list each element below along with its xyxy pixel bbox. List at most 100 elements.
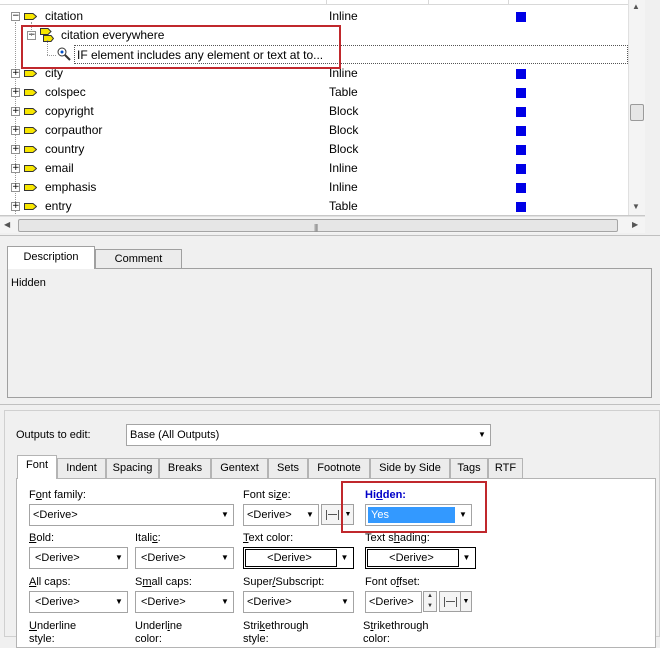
tab-comment[interactable]: Comment <box>95 249 182 268</box>
expand-toggle[interactable]: + <box>11 164 20 173</box>
measure-icon <box>444 597 457 607</box>
font-offset-spinner[interactable]: ▲ ▼ <box>423 591 437 612</box>
scroll-thumb[interactable]: ||| <box>18 219 618 232</box>
small-caps-select[interactable]: <Derive> ▼ <box>135 591 234 613</box>
scroll-up-icon[interactable]: ▲ <box>632 2 640 11</box>
column-divider[interactable] <box>508 0 509 5</box>
outputs-select[interactable]: Base (All Outputs) ▼ <box>126 424 491 446</box>
tree-item-label: IF element includes any element or text … <box>77 48 324 62</box>
expand-toggle[interactable]: + <box>11 126 20 135</box>
tree-guide-line <box>47 55 56 56</box>
units-dropdown[interactable]: ▼ <box>460 591 472 612</box>
tab-breaks[interactable]: Breaks <box>159 458 211 478</box>
hidden-label: Hidden: <box>365 489 406 501</box>
tab-sets[interactable]: Sets <box>268 458 308 478</box>
tree-item-type: Table <box>329 199 358 213</box>
tab-tags[interactable]: Tags <box>450 458 488 478</box>
font-family-select[interactable]: <Derive> ▼ <box>29 504 234 526</box>
element-tag-icon <box>24 13 37 20</box>
spin-down-icon[interactable]: ▼ <box>427 603 433 609</box>
tree-row-condition[interactable]: IF element includes any element or text … <box>0 45 628 64</box>
scroll-right-icon[interactable]: ▶ <box>632 220 638 229</box>
expand-toggle[interactable]: + <box>11 202 20 211</box>
text-color-label: Text color: <box>243 532 294 544</box>
italic-label: Italic: <box>135 532 161 544</box>
column-divider[interactable] <box>428 0 429 5</box>
expand-toggle[interactable]: + <box>11 88 20 97</box>
all-caps-select[interactable]: <Derive> ▼ <box>29 591 128 613</box>
tree-row-corpauthor[interactable]: + corpauthor Block <box>0 121 628 140</box>
element-tag-icon <box>24 127 37 134</box>
column-divider[interactable] <box>326 0 327 5</box>
select-value: <Derive> <box>35 552 80 564</box>
units-dropdown[interactable]: ▼ <box>342 504 354 525</box>
expand-toggle[interactable]: + <box>11 183 20 192</box>
chevron-down-icon: ▼ <box>341 597 349 606</box>
description-text: Hidden <box>11 277 46 289</box>
status-square-icon <box>516 88 526 98</box>
font-offset-label: Font offset: <box>365 576 420 588</box>
text-shading-label: Text shading: <box>365 532 430 544</box>
tree-row-country[interactable]: + country Block <box>0 140 628 159</box>
collapse-toggle[interactable]: − <box>11 12 20 21</box>
element-tag-icon <box>24 108 37 115</box>
tab-footnote[interactable]: Footnote <box>308 458 370 478</box>
font-offset-input[interactable]: <Derive> <box>365 591 422 613</box>
chevron-down-icon: ▼ <box>336 549 352 567</box>
tree-horizontal-scrollbar[interactable]: ◀ ||| ▶ <box>0 216 645 233</box>
tab-font[interactable]: Font <box>17 455 57 479</box>
expand-toggle[interactable]: + <box>11 145 20 154</box>
element-tag-icon <box>24 70 37 77</box>
tree-item-label: citation <box>45 9 84 23</box>
expand-toggle[interactable]: + <box>11 107 20 116</box>
element-tree[interactable]: − citation Inline − citation everywhere … <box>0 0 645 216</box>
tree-row-city[interactable]: + city Inline <box>0 64 628 83</box>
tab-side-by-side[interactable]: Side by Side <box>370 458 450 478</box>
select-value: Yes <box>371 509 389 521</box>
text-color-select[interactable]: <Derive> ▼ <box>243 547 354 569</box>
tree-row-colspec[interactable]: + colspec Table <box>0 83 628 102</box>
input-value: <Derive> <box>369 596 414 608</box>
description-pane[interactable]: Hidden <box>7 268 652 398</box>
units-button[interactable] <box>439 591 461 612</box>
tab-description[interactable]: Description <box>7 246 95 269</box>
font-size-label: Font size: <box>243 489 291 501</box>
tab-indent[interactable]: Indent <box>57 458 106 478</box>
tree-item-type: Block <box>329 142 359 156</box>
tab-spacing[interactable]: Spacing <box>106 458 159 478</box>
tab-rtf[interactable]: RTF <box>488 458 523 478</box>
select-value: <Derive> <box>141 552 186 564</box>
chevron-down-icon: ▼ <box>478 430 486 439</box>
select-value: <Derive> <box>33 509 78 521</box>
bold-select[interactable]: <Derive> ▼ <box>29 547 128 569</box>
tree-row-entry[interactable]: + entry Table <box>0 197 628 215</box>
scroll-down-icon[interactable]: ▼ <box>632 202 640 211</box>
tree-guide-line <box>31 22 32 36</box>
spin-up-icon[interactable]: ▲ <box>427 593 433 599</box>
element-tag-icon <box>24 203 37 210</box>
tree-row-email[interactable]: + email Inline <box>0 159 628 178</box>
properties-panel: Outputs to edit: Base (All Outputs) ▼ Fo… <box>4 410 660 648</box>
font-family-label: Font family: <box>29 489 86 501</box>
hidden-select[interactable]: Yes ▼ <box>365 504 472 526</box>
tree-row-citation-everywhere[interactable]: − citation everywhere <box>0 26 628 45</box>
tree-row-emphasis[interactable]: + emphasis Inline <box>0 178 628 197</box>
tab-gentext[interactable]: Gentext <box>211 458 268 478</box>
super-subscript-select[interactable]: <Derive> ▼ <box>243 591 354 613</box>
condition-selected-row[interactable]: IF element includes any element or text … <box>74 45 628 64</box>
splitter[interactable] <box>0 235 660 242</box>
scroll-thumb[interactable] <box>630 104 644 121</box>
element-tag-icon <box>24 89 37 96</box>
scroll-left-icon[interactable]: ◀ <box>4 220 10 229</box>
status-square-icon <box>516 69 526 79</box>
tree-row-citation[interactable]: − citation Inline <box>0 7 628 26</box>
tree-vertical-scrollbar[interactable]: ▲ ▼ <box>628 0 645 215</box>
units-button[interactable] <box>321 504 343 525</box>
italic-select[interactable]: <Derive> ▼ <box>135 547 234 569</box>
expand-toggle[interactable]: + <box>11 69 20 78</box>
tree-row-copyright[interactable]: + copyright Block <box>0 102 628 121</box>
outputs-value: Base (All Outputs) <box>130 429 220 441</box>
text-shading-select[interactable]: <Derive> ▼ <box>365 547 476 569</box>
tree-item-label: colspec <box>45 85 86 99</box>
font-size-select[interactable]: <Derive> ▼ <box>243 504 319 526</box>
